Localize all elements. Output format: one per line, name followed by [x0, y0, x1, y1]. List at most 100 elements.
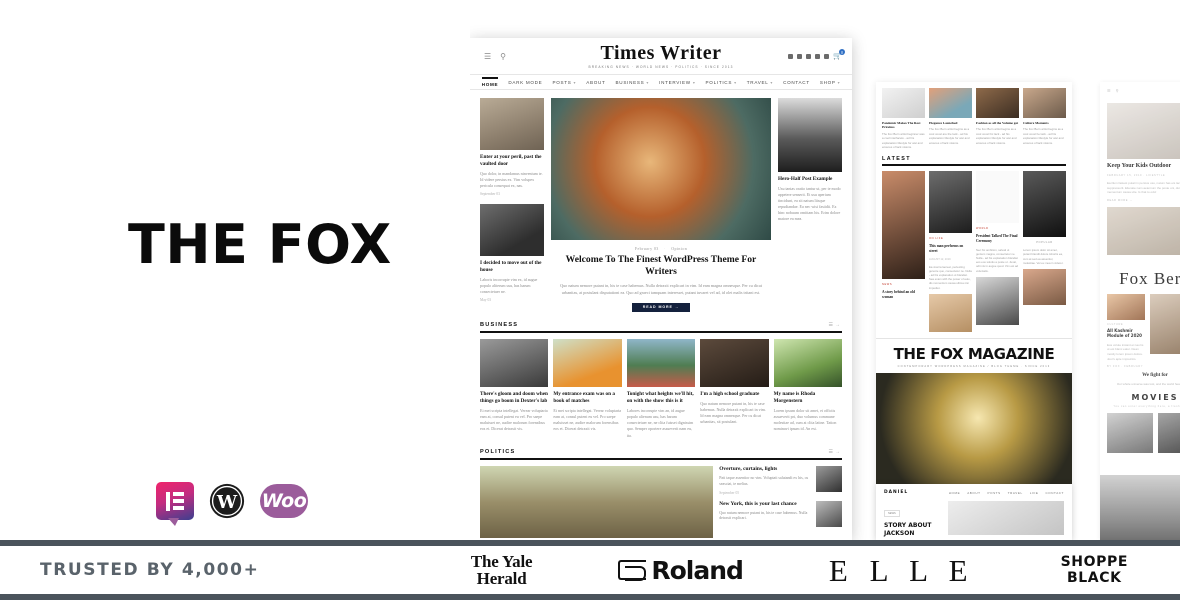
preview-daniel[interactable]: DANIEL HOME ABOUT POSTS TRAVEL LIFE CONT… — [876, 484, 1072, 540]
nav-item-business[interactable]: BUSINESS ▾ — [616, 80, 650, 85]
section-carousel-arrows[interactable]: ☰→ — [829, 322, 842, 328]
post-title: I decided to move out of the house — [480, 260, 542, 274]
nav-item-posts[interactable]: POSTS — [988, 491, 1001, 495]
nav-item-interview[interactable]: INTERVIEW ▾ — [659, 80, 695, 85]
facebook-icon[interactable] — [788, 53, 794, 59]
post-card[interactable]: Hero-Half Post Example Usu tantas oratio… — [778, 98, 842, 222]
section-carousel-arrows[interactable]: ☰→ — [829, 449, 842, 455]
post-category[interactable]: POPULAR — [1023, 241, 1066, 244]
list-item[interactable]: New York, this is your last chance Quo n… — [719, 500, 842, 527]
nav-label: INTERVIEW — [659, 79, 691, 85]
cart-icon[interactable]: 🛒 0 — [833, 49, 845, 60]
business-card[interactable]: Tonight what heights we'll hit, on with … — [626, 338, 696, 439]
nav-item-posts[interactable]: POSTS ▾ — [552, 80, 576, 85]
hero-excerpt: Quo natum nemore putant in, his te case … — [560, 282, 762, 295]
nav-label: POLITICS — [705, 79, 733, 85]
nav-item-travel[interactable]: TRAVEL — [1008, 491, 1023, 495]
preview-fox-magazine[interactable]: Pandemic Makes The Rest Priceless The Fo… — [876, 82, 1072, 540]
post-image — [1107, 294, 1145, 321]
chevron-down-icon: ▾ — [770, 79, 774, 85]
shoppe-line-1: SHOPPE — [1060, 553, 1128, 570]
nav-item-about[interactable]: ABOUT — [586, 80, 605, 85]
nav-label: BUSINESS — [615, 79, 645, 85]
business-card[interactable]: My entrance exam was on a book of matche… — [553, 338, 622, 439]
category-badge[interactable]: NEWS — [884, 510, 900, 517]
post-category[interactable]: NEWS — [882, 283, 925, 286]
nav-item-about[interactable]: ABOUT — [967, 491, 980, 495]
post-image — [1023, 171, 1066, 238]
business-card[interactable]: There's gloom and doom when things go bo… — [480, 338, 549, 439]
social-icons[interactable]: 🛒 0 — [788, 49, 845, 60]
breadcrumb[interactable]: HOME — [1100, 93, 1180, 100]
hero-category[interactable]: Opinion — [671, 246, 687, 251]
twitter-icon[interactable] — [806, 53, 812, 59]
preview-fox-bern[interactable]: ☰ ⚲ HOME Keep Your Kids Outdoor FEBRUARY… — [1100, 82, 1180, 540]
post-image — [948, 501, 1064, 535]
bern-article[interactable]: CULTURE All Kashmir Module of 2020 Eos v… — [1107, 294, 1145, 368]
thumb-card[interactable]: Culture Moments The Fox Bern artist begi… — [1023, 88, 1066, 149]
brand-panel: THE FOX W Woo — [0, 0, 470, 540]
card-thumbnail — [553, 338, 622, 387]
politics-feature[interactable] — [480, 465, 714, 538]
post-category[interactable]: ON LIFE — [929, 237, 972, 240]
read-more-button[interactable]: READ MORE → — [632, 302, 690, 312]
woocommerce-icon[interactable]: Woo — [260, 484, 308, 518]
daniel-post[interactable]: NEWS STORY ABOUT JACKSON — [884, 501, 942, 537]
hamburger-menu-icon[interactable]: ☰ — [484, 52, 491, 61]
masonry-column: POPULAR Lorem ipsum dolor sit amet, puta… — [1023, 171, 1066, 331]
post-excerpt: Laboris incorrupte vim ex, id augue popu… — [480, 277, 538, 295]
nav-item-contact[interactable]: CONTACT — [783, 80, 810, 85]
nav-item-contact[interactable]: CONTACT — [1046, 491, 1064, 495]
nav-item-life[interactable]: LIFE — [1030, 491, 1039, 495]
thumb-card[interactable]: Pandemic Makes The Rest Priceless The Fo… — [882, 88, 925, 149]
vimeo-icon[interactable] — [824, 53, 830, 59]
card-title: Elegance Launched — [929, 121, 958, 125]
nav-item-dark-mode[interactable]: DARK MODE — [508, 80, 542, 85]
nav-item-home[interactable]: HOME — [481, 77, 499, 87]
post-card[interactable]: Enter at your peril, past the vaulted do… — [480, 98, 544, 196]
card-thumbnail — [882, 88, 925, 118]
read-more-link[interactable]: READ MORE → — [1107, 199, 1180, 202]
post-category[interactable]: CULTURE — [1107, 323, 1145, 326]
nav-item-travel[interactable]: TRAVEL ▾ — [747, 80, 773, 85]
yale-line-1: The Yale — [470, 551, 533, 571]
main-navigation[interactable]: HOME DARK MODE POSTS ▾ ABOUT BUSINESS ▾ … — [470, 74, 852, 90]
instagram-icon[interactable] — [797, 53, 803, 59]
nav-item-home[interactable]: HOME — [949, 491, 960, 495]
search-icon[interactable]: ⚲ — [500, 52, 506, 61]
nav-item-shop[interactable]: SHOP ▾ — [820, 80, 840, 85]
section-title-latest: LATEST — [882, 156, 1066, 167]
magazine-masthead: THE FOX MAGAZINE CONTEMPORARY WORDPRESS … — [876, 337, 1072, 368]
list-item[interactable]: Overture, curtains, lights Pati taque as… — [719, 465, 842, 495]
bern-post-card[interactable]: Keep Your Kids Outdoor FEBRUARY 15, 2019… — [1100, 100, 1180, 256]
hamburger-menu-icon[interactable]: ☰ — [1107, 88, 1111, 93]
post-category[interactable]: WORLD — [976, 227, 1019, 230]
card-excerpt: Quo natum nemore putant in, his te case … — [700, 400, 766, 425]
hero-left-column: Enter at your peril, past the vaulted do… — [480, 98, 544, 312]
nav-item-politics[interactable]: POLITICS ▾ — [706, 80, 737, 85]
hero-main-column[interactable]: February 03 · Opinion Welcome To The Fin… — [551, 98, 771, 312]
business-card[interactable]: My name is Rhoda Morgenstern Lorem ipsum… — [773, 338, 843, 439]
wordpress-icon[interactable]: W — [208, 482, 246, 520]
preview-times-writer[interactable]: ☰ ⚲ Times Writer BREAKING NEWS · WORLD N… — [470, 38, 852, 540]
main-navigation[interactable]: HOME ABOUT POSTS TRAVEL LIFE CONTACT — [949, 491, 1064, 495]
post-image — [1107, 207, 1180, 256]
post-excerpt: Ea illum fastest putati in persius usu, … — [1107, 180, 1180, 195]
post-card[interactable]: I decided to move out of the house Labor… — [480, 204, 544, 302]
thumb-card[interactable]: Elegance Launched The Fox Bern artist be… — [929, 88, 972, 149]
post-image — [1107, 103, 1180, 159]
thumb-card[interactable]: Fashion as all the Volume get The Fox Be… — [976, 88, 1019, 149]
search-icon[interactable]: ⚲ — [1116, 88, 1119, 93]
roland-wordmark: Roland — [651, 555, 744, 585]
bern-headline-sub: Our whole universe was lost, and the wor… — [1116, 381, 1180, 386]
post-date: AUGUST 12, 2019 — [929, 257, 951, 261]
business-card[interactable]: I'm a high school graduate Quo natum nem… — [700, 338, 769, 439]
yale-line-2: Herald — [476, 569, 527, 588]
post-image — [929, 171, 972, 234]
masonry-column: ON LIFE This man performs on street AUGU… — [929, 171, 972, 332]
latest-masonry-grid: NEWS A story behind an old woman ON LIFE… — [876, 166, 1072, 332]
youtube-icon[interactable] — [815, 53, 821, 59]
elementor-icon[interactable] — [156, 482, 194, 520]
post-excerpt: Pati taque assentior no vim. Voluptati s… — [719, 475, 809, 486]
hero-date: February 03 — [634, 246, 659, 251]
